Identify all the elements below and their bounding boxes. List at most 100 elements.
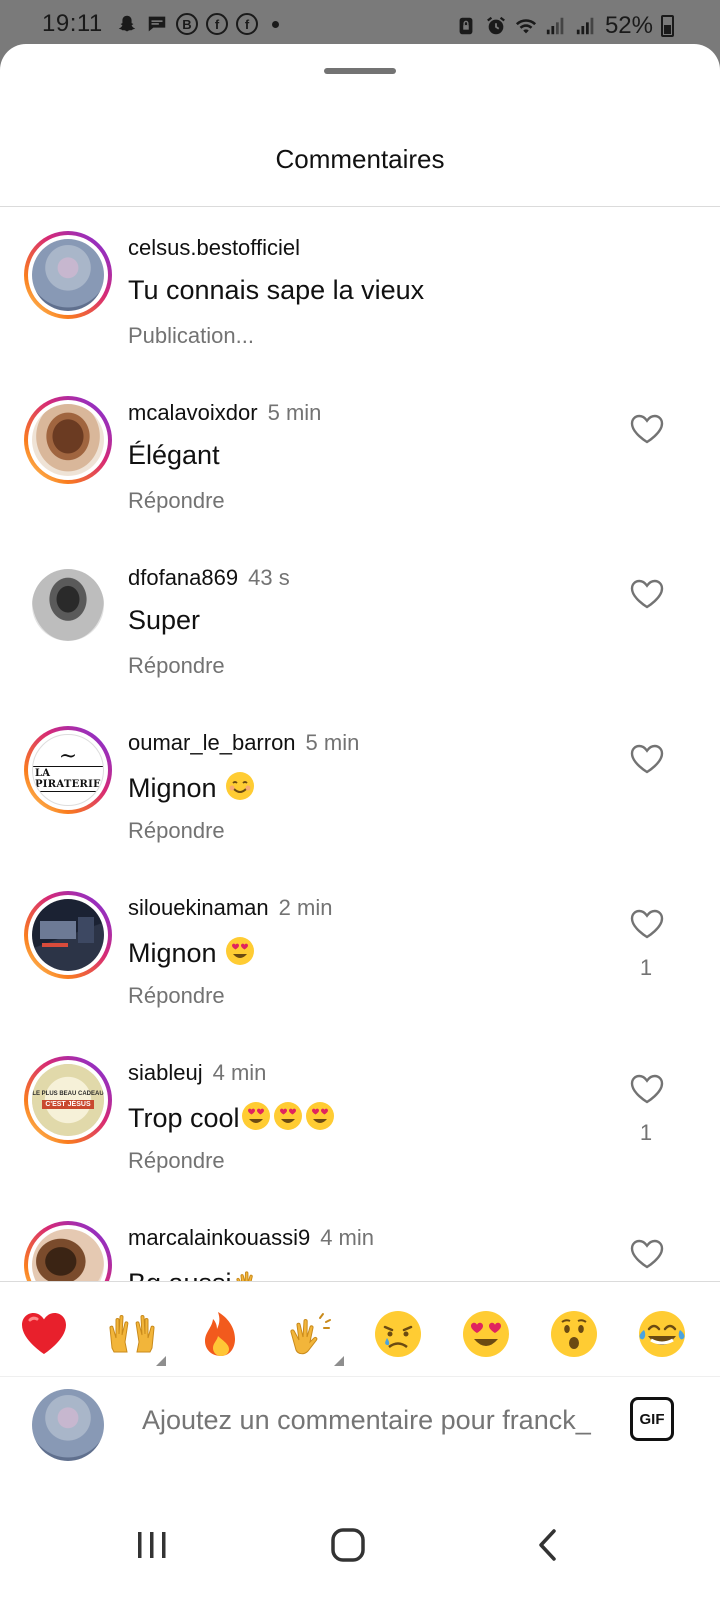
comment-username[interactable]: oumar_le_barron: [128, 730, 296, 755]
comments-sheet: Commentaires celsus.bestofficiel Tu conn…: [0, 44, 720, 1600]
like-count: 1: [639, 955, 653, 980]
reply-button[interactable]: Répondre: [128, 1148, 225, 1174]
avatar[interactable]: [24, 231, 112, 319]
comment-time: 5 min: [267, 400, 322, 425]
avatar-image: [32, 404, 104, 476]
comment-username[interactable]: mcalavoixdor: [128, 400, 258, 425]
tears-of-joy-emoji[interactable]: [634, 1306, 690, 1362]
current-user-avatar: [32, 1389, 104, 1461]
comment-text: Tu connais sape la vieux: [128, 275, 425, 305]
comment-text: Mignon: [128, 770, 256, 804]
smiling-face-emoji: [226, 772, 255, 800]
comment-item: silouekinaman 2 min Mignon Répondre 1: [0, 867, 720, 1032]
comment-username[interactable]: dfofana869: [128, 565, 238, 590]
avatar[interactable]: [24, 396, 112, 484]
reply-button[interactable]: Répondre: [128, 653, 225, 679]
raising-hands-emoji[interactable]: [104, 1306, 166, 1366]
avatar[interactable]: [24, 561, 112, 649]
like-heart-icon[interactable]: [630, 579, 664, 609]
comment-list[interactable]: celsus.bestofficiel Tu connais sape la v…: [0, 207, 720, 1281]
avatar[interactable]: [24, 1221, 112, 1281]
gif-button[interactable]: GIF: [630, 1397, 674, 1441]
reply-button[interactable]: Répondre: [128, 983, 225, 1009]
alarm-icon: [487, 16, 505, 35]
avatar[interactable]: LE PLUS BEAU CADEAU C'EST JÉSUS: [24, 1056, 112, 1144]
red-heart-emoji[interactable]: [16, 1306, 72, 1362]
alarm-lock-icon: [459, 17, 473, 35]
home-icon: [331, 1528, 365, 1562]
avatar[interactable]: [24, 891, 112, 979]
heart-eyes-emoji[interactable]: [458, 1306, 514, 1362]
recents-button[interactable]: [132, 1525, 172, 1565]
comment-time: 4 min: [320, 1225, 374, 1250]
comment-username[interactable]: marcalainkouassi9: [128, 1225, 310, 1250]
back-icon: [539, 1529, 556, 1561]
clapping-hands-emoji[interactable]: [282, 1306, 344, 1366]
emoji-reaction-bar: [0, 1281, 720, 1377]
like-heart-icon[interactable]: [630, 1239, 664, 1269]
avatar-image: LE PLUS BEAU CADEAU C'EST JÉSUS: [32, 1064, 104, 1136]
drag-handle[interactable]: [324, 68, 396, 74]
facebook-icon: f: [236, 13, 258, 35]
heart-eyes-emoji: [305, 1102, 334, 1130]
status-bar: 19:11 B f f 52%: [0, 0, 720, 50]
reply-button[interactable]: Répondre: [128, 488, 225, 514]
signal-icon: [576, 17, 594, 35]
variant-indicator: [156, 1356, 166, 1366]
dot-icon: [272, 20, 279, 28]
b-app-icon: B: [176, 13, 198, 35]
facebook-icon: f: [206, 13, 228, 35]
avatar[interactable]: ~ LA PIRATERIE: [24, 726, 112, 814]
heart-eyes-emoji: [273, 1102, 302, 1130]
home-button[interactable]: [328, 1525, 368, 1565]
like-heart-icon[interactable]: [630, 414, 664, 444]
crying-face-emoji[interactable]: [370, 1306, 426, 1362]
comment-text: Trop cool: [128, 1100, 336, 1134]
fire-emoji[interactable]: [193, 1306, 249, 1362]
sheet-title: Commentaires: [275, 144, 445, 174]
comment-item: dfofana869 43 s Super Répondre: [0, 537, 720, 702]
system-nav-bar: [0, 1477, 720, 1600]
comment-item: celsus.bestofficiel Tu connais sape la v…: [0, 207, 720, 372]
comment-text: Élégant: [128, 440, 220, 470]
comment-item: ~ LA PIRATERIE oumar_le_barron 5 min Mign…: [0, 702, 720, 867]
variant-indicator: [334, 1356, 344, 1366]
battery-level: 52%: [604, 12, 653, 39]
reply-button[interactable]: Répondre: [128, 818, 225, 844]
avatar-image: [32, 899, 104, 971]
avatar-image: [32, 569, 104, 641]
signal-icon: [546, 17, 564, 35]
like-count: 1: [639, 1120, 653, 1145]
avatar-image: [32, 1229, 104, 1281]
recents-icon: [138, 1532, 166, 1558]
clapping-emoji: [235, 1271, 253, 1281]
comment-text: Mignon: [128, 935, 256, 969]
heart-eyes-emoji: [241, 1102, 270, 1130]
back-button[interactable]: [528, 1525, 568, 1565]
wifi-icon: [515, 19, 537, 34]
battery-icon: [661, 15, 674, 37]
comment-username[interactable]: celsus.bestofficiel: [128, 235, 300, 260]
avatar-image: [32, 239, 104, 311]
comment-time: 5 min: [305, 730, 360, 755]
comment-item: mcalavoixdor 5 min Élégant Répondre: [0, 372, 720, 537]
heart-eyes-emoji: [226, 937, 255, 965]
comment-input[interactable]: [142, 1405, 612, 1436]
like-heart-icon[interactable]: [630, 1074, 664, 1104]
like-heart-icon[interactable]: [630, 744, 664, 774]
comment-item: marcalainkouassi9 4 min Bg aussi: [0, 1197, 720, 1281]
surprised-face-emoji[interactable]: [546, 1306, 602, 1362]
comment-text: Super: [128, 605, 201, 635]
publication-status: Publication...: [128, 323, 254, 348]
comment-time: 43 s: [248, 565, 290, 590]
comment-composer: GIF: [0, 1377, 720, 1477]
comment-time: 2 min: [278, 895, 333, 920]
snapchat-icon: [118, 15, 136, 32]
status-time: 19:11: [42, 10, 103, 37]
comment-item: LE PLUS BEAU CADEAU C'EST JÉSUS siableuj…: [0, 1032, 720, 1197]
like-heart-icon[interactable]: [630, 909, 664, 939]
comment-username[interactable]: silouekinaman: [128, 895, 269, 920]
comment-text: Bg aussi: [128, 1265, 264, 1281]
comment-username[interactable]: siableuj: [128, 1060, 203, 1085]
la-piraterie-logo: ~ LA PIRATERIE: [32, 734, 104, 806]
